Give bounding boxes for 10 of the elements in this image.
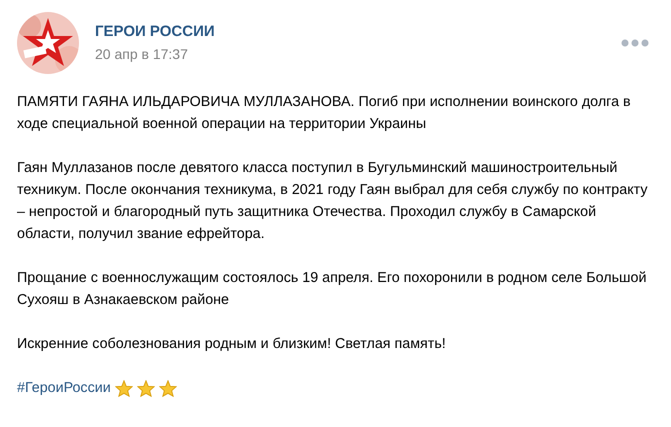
hashtag-link[interactable]: #ГероиРоссии [17, 377, 111, 399]
author-name[interactable]: ГЕРОИ РОССИИ [95, 23, 620, 41]
post-paragraph: Гаян Муллазанов после девятого класса поступил в Бугульминский машиностроительный техникум. После окончания техникума, в 2021 году Гаян выбрал для себя службу по контракту – непростой и благородный путь защитника Отечества. Проходил службу в Самарской области, получил звание ефрейтора. [17, 159, 648, 244]
star-icon [158, 380, 177, 396]
star-icon [114, 380, 133, 396]
post-paragraph: Прощание с военнослужащим состоялось 19 апреля. Его похоронили в родном селе Большой Сухояш в Азнакаевском районе [17, 269, 648, 310]
post-date[interactable]: 20 апр в 17:37 [95, 45, 620, 63]
star-icon [136, 380, 155, 396]
post-paragraph: Искренние соболезнования родным и близким! Светлая память! [17, 335, 447, 354]
post-paragraph: ПАМЯТИ ГАЯНА ИЛЬДАРОВИЧА МУЛЛАЗАНОВА. Погиб при исполнении воинского долга в ходе специальной военной операции на территории Украины [17, 93, 632, 134]
